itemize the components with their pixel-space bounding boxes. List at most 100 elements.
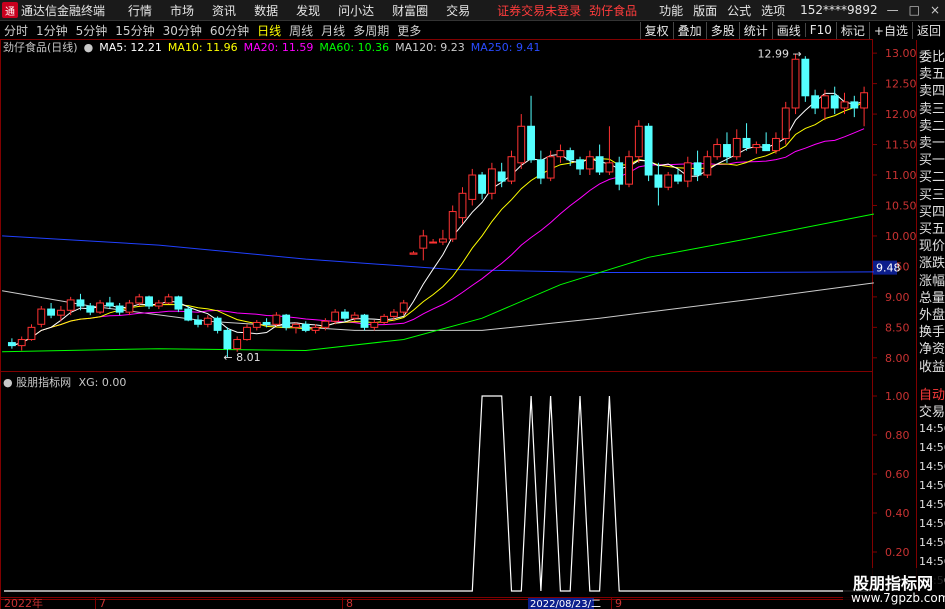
panel-label: 卖二 <box>919 118 945 134</box>
xg-tick-label: 0.20 <box>885 546 910 559</box>
candle-body <box>311 326 320 331</box>
panel-label: 卖三 <box>919 101 945 117</box>
xg-tick-label: 1.00 <box>885 390 910 403</box>
candle-body <box>625 156 633 185</box>
candle-body <box>478 174 487 194</box>
panel-label: 买五 <box>919 222 945 237</box>
candle-body <box>194 319 202 325</box>
date-label: 7 <box>99 597 106 609</box>
candle-body <box>419 235 428 249</box>
candle-body <box>174 296 183 310</box>
candle-body <box>644 125 653 176</box>
trade-label[interactable]: 交易 <box>919 401 945 420</box>
ma-legend: 劲仔食品(日线) ● MA5: 12.21 MA10: 11.96 MA20: … <box>3 40 547 55</box>
candle-body <box>674 174 682 182</box>
panel-label: 卖一 <box>919 136 945 151</box>
candle-body <box>27 326 36 341</box>
settings-circle-icon[interactable]: ● <box>84 41 94 54</box>
tick-time: 14:56 <box>919 422 945 435</box>
price-tick-label: 9.00 <box>885 291 910 304</box>
candle-body <box>331 311 340 322</box>
date-label: 8 <box>346 597 353 609</box>
indicator-title: 股朋指标网 <box>16 376 72 389</box>
high-price-annotation: 12.99 → <box>758 48 802 61</box>
price-tick-label: 10.50 <box>885 199 917 212</box>
ma250-label: MA250: 9.41 <box>470 40 541 54</box>
candle-body <box>86 305 95 313</box>
candle-body <box>341 311 349 319</box>
kline-chart[interactable]: 13.0012.5012.0011.5011.0010.5010.009.509… <box>0 0 945 609</box>
panel-label: 总量 <box>919 290 945 306</box>
candle-body <box>830 95 839 109</box>
candle-body <box>497 171 506 182</box>
candle-body <box>282 314 291 328</box>
panel-label: 收益 <box>919 359 945 375</box>
candle-body <box>811 95 820 109</box>
candle-body <box>17 339 26 347</box>
indicator-legend: ● 股朋指标网 XG: 0.00 <box>3 374 126 390</box>
candle-body <box>262 321 271 325</box>
tick-time: 14:56 <box>919 555 945 568</box>
candle-body <box>556 150 565 158</box>
price-tick-label: 11.00 <box>885 169 917 182</box>
candle-body <box>566 150 575 161</box>
panel-label: 买三 <box>919 187 945 203</box>
indicator-settings-icon[interactable]: ● <box>3 376 13 389</box>
candle-body <box>820 95 829 109</box>
candle-body <box>762 144 771 152</box>
candle-body <box>145 296 153 307</box>
candle-body <box>96 302 104 313</box>
candle-body <box>47 308 56 316</box>
candle-body <box>791 58 800 109</box>
candle-body <box>605 162 614 173</box>
ma20-line <box>11 128 865 347</box>
panel-label: 买四 <box>919 204 945 220</box>
candle-body <box>243 326 251 341</box>
candle-body <box>527 125 535 161</box>
ma10-label: MA10: 11.96 <box>167 40 238 54</box>
candle-body <box>76 299 85 307</box>
tick-time: 14:56 <box>919 536 945 549</box>
candle-body <box>723 144 731 158</box>
candle-body <box>56 309 65 316</box>
candle-body <box>154 302 163 307</box>
panel-label: 换手 <box>919 325 945 341</box>
candle-body <box>468 174 477 200</box>
candle-body <box>742 137 751 149</box>
candle-body <box>203 317 212 325</box>
price-tick-label: 8.00 <box>885 352 910 365</box>
panel-label: 现价 <box>919 239 945 255</box>
price-tick-label: 10.00 <box>885 230 917 243</box>
candle-body <box>536 159 545 179</box>
candle-body <box>546 156 555 179</box>
candle-body <box>7 342 16 347</box>
panel-label: 外盘 <box>919 308 945 323</box>
candle-body <box>448 211 457 240</box>
date-label: 9 <box>615 597 622 609</box>
panel-label: 买二 <box>919 170 945 186</box>
ma20-label: MA20: 11.59 <box>243 40 314 54</box>
candle-body <box>654 174 663 188</box>
cursor-date-label: 2022/08/23/二 <box>530 599 601 609</box>
candle-body <box>115 305 124 313</box>
candle-body <box>399 302 408 313</box>
candle-body <box>380 315 389 323</box>
candle-body <box>272 314 281 325</box>
candle-body <box>350 314 359 319</box>
candle-body <box>389 311 398 317</box>
candle-body <box>321 320 330 328</box>
candle-body <box>125 302 134 313</box>
ma5-label: MA5: 12.21 <box>99 40 162 54</box>
ma60-line <box>2 213 874 353</box>
candle-body <box>517 125 526 164</box>
candle-body <box>840 101 849 109</box>
candle-body <box>576 159 584 170</box>
candle-body <box>860 92 869 109</box>
panel-label: 卖五 <box>919 67 945 83</box>
price-tick-label: 8.50 <box>885 321 910 334</box>
candle-body <box>664 174 673 188</box>
chart-frame <box>0 39 873 600</box>
panel-label: 净资 <box>919 342 945 358</box>
tick-time: 14:56 <box>919 460 945 473</box>
candle-body <box>507 156 516 182</box>
